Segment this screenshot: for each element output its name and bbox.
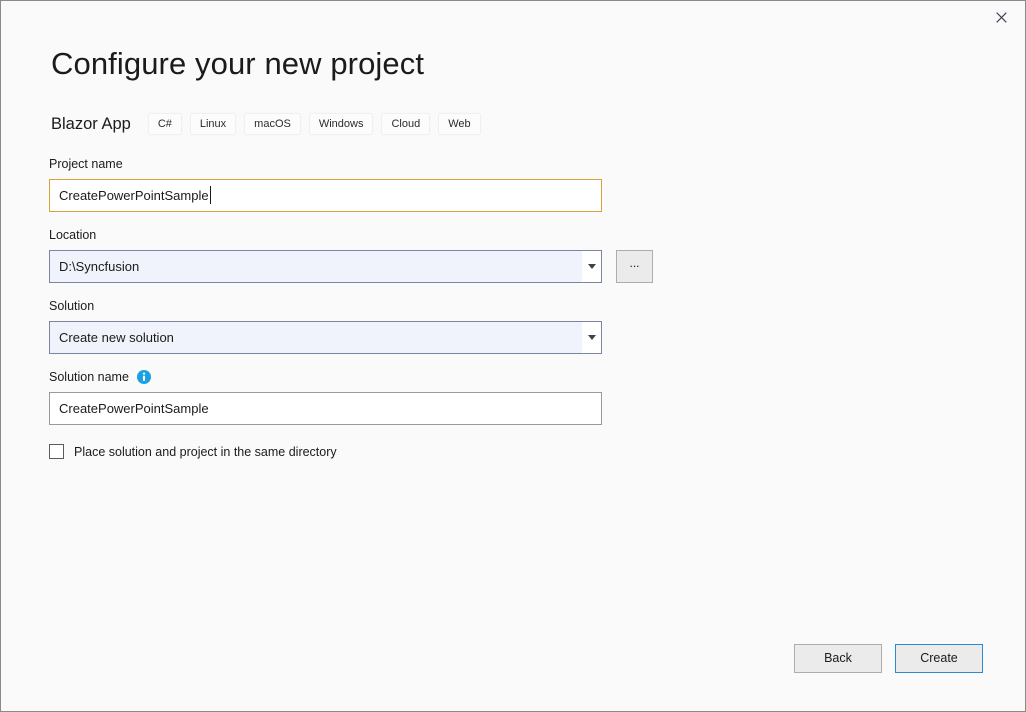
dialog-footer: Back Create (794, 644, 983, 673)
solution-name-label-text: Solution name (49, 370, 129, 384)
same-directory-row[interactable]: Place solution and project in the same d… (49, 444, 337, 459)
field-solution: Solution Create new solution (49, 298, 659, 354)
tag-pill-macos: macOS (244, 113, 301, 135)
create-button[interactable]: Create (895, 644, 983, 673)
back-button[interactable]: Back (794, 644, 882, 673)
dialog-titlebar (2, 2, 1024, 34)
location-label: Location (49, 228, 97, 242)
solution-combobox[interactable]: Create new solution (49, 321, 602, 354)
close-icon (995, 12, 1007, 23)
project-name-input[interactable] (49, 179, 602, 212)
project-name-input-shell (49, 179, 602, 212)
template-tag-list: C# Linux macOS Windows Cloud Web (147, 113, 481, 135)
page-title: Configure your new project (51, 46, 425, 81)
solution-name-label: Solution name (49, 369, 659, 385)
field-location: Location D:\Syncfusion ... (49, 227, 659, 283)
template-summary: Blazor App C# Linux macOS Windows Cloud … (51, 112, 481, 136)
tag-pill-linux: Linux (189, 113, 237, 135)
project-name-label: Project name (49, 157, 123, 171)
location-combobox[interactable]: D:\Syncfusion (49, 250, 602, 283)
browse-location-button[interactable]: ... (616, 250, 653, 283)
chevron-down-icon[interactable] (582, 322, 601, 353)
tag-pill-web: Web (438, 113, 481, 135)
location-value: D:\Syncfusion (59, 259, 140, 274)
chevron-down-icon[interactable] (582, 251, 601, 282)
tag-pill-csharp: C# (147, 113, 182, 135)
solution-value: Create new solution (59, 330, 174, 345)
same-directory-label: Place solution and project in the same d… (74, 444, 337, 459)
location-row: D:\Syncfusion ... (49, 250, 659, 283)
tag-pill-windows: Windows (308, 113, 374, 135)
solution-label: Solution (49, 299, 95, 313)
solution-name-input[interactable] (49, 392, 602, 425)
close-button[interactable] (978, 2, 1024, 33)
tag-pill-cloud: Cloud (381, 113, 431, 135)
info-icon[interactable] (136, 370, 151, 384)
same-directory-checkbox[interactable] (49, 444, 64, 459)
field-solution-name: Solution name (49, 369, 659, 425)
configure-project-dialog: Configure your new project Blazor App C#… (0, 0, 1026, 712)
field-project-name: Project name (49, 156, 659, 212)
template-name: Blazor App (51, 115, 131, 133)
project-config-form: Project name Location D:\Syncfusion ... (49, 156, 659, 459)
